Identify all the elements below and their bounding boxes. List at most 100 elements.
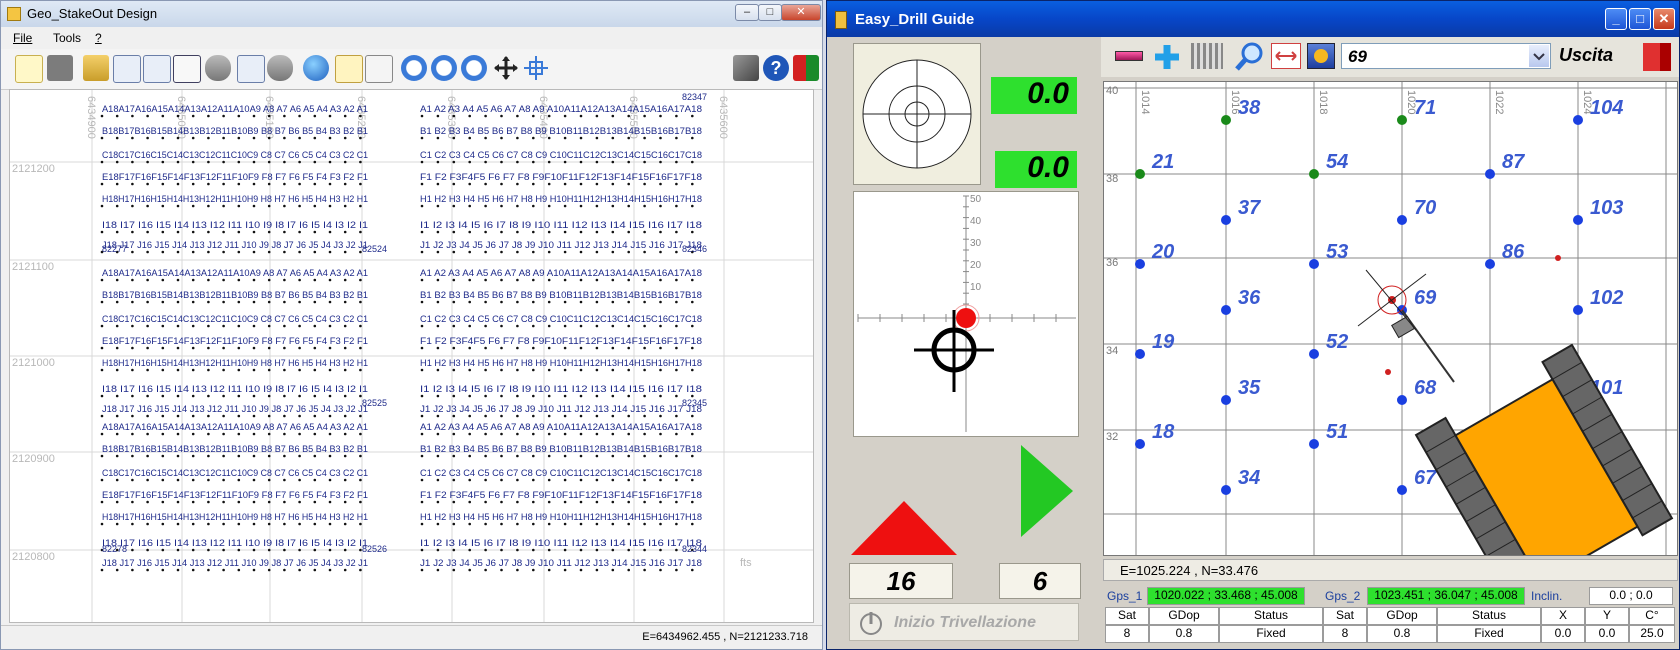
- stake-point[interactable]: [191, 324, 195, 328]
- stake-point[interactable]: [161, 432, 165, 436]
- stake-point[interactable]: [161, 394, 165, 398]
- stake-point[interactable]: [343, 414, 347, 418]
- stake-point[interactable]: [237, 454, 241, 458]
- zoom-extents-icon[interactable]: [461, 55, 487, 81]
- stake-point[interactable]: [191, 182, 195, 186]
- stake-point[interactable]: [500, 114, 503, 118]
- stake-point[interactable]: [328, 568, 332, 572]
- stake-point[interactable]: [191, 160, 195, 164]
- drill-hole[interactable]: [1573, 305, 1583, 315]
- stake-point[interactable]: [267, 568, 271, 572]
- stake-point[interactable]: [267, 136, 271, 140]
- stake-point[interactable]: [191, 454, 195, 458]
- stake-point[interactable]: [691, 114, 694, 118]
- stake-point[interactable]: [659, 300, 662, 304]
- stake-point[interactable]: [161, 278, 165, 282]
- stake-point[interactable]: [627, 432, 630, 436]
- stake-point[interactable]: [627, 394, 630, 398]
- stake-point[interactable]: [595, 136, 599, 140]
- stake-point[interactable]: [452, 114, 456, 118]
- stake-point[interactable]: [436, 394, 440, 398]
- stake-point[interactable]: [500, 568, 503, 572]
- stake-point[interactable]: [207, 230, 210, 234]
- stake-point[interactable]: [161, 204, 165, 208]
- stake-point[interactable]: [595, 346, 599, 350]
- stake-point[interactable]: [283, 414, 286, 418]
- stake-point[interactable]: [100, 136, 104, 140]
- stake-point[interactable]: [595, 324, 599, 328]
- stake-point[interactable]: [436, 204, 440, 208]
- stake-point[interactable]: [675, 368, 678, 372]
- stake-point[interactable]: [298, 114, 301, 118]
- stake-point[interactable]: [252, 478, 256, 482]
- stake-point[interactable]: [659, 454, 662, 458]
- stake-point[interactable]: [359, 454, 362, 458]
- layer-icon[interactable]: [205, 55, 231, 81]
- stake-point[interactable]: [532, 346, 535, 350]
- stake-point[interactable]: [267, 204, 271, 208]
- stake-point[interactable]: [516, 250, 519, 254]
- stake-point[interactable]: [516, 160, 519, 164]
- stake-point[interactable]: [283, 204, 286, 208]
- tools-icon[interactable]: [733, 55, 759, 81]
- stake-point[interactable]: [579, 414, 583, 418]
- stake-point[interactable]: [267, 324, 271, 328]
- stake-point[interactable]: [115, 414, 119, 418]
- stake-point[interactable]: [359, 414, 362, 418]
- stake-point[interactable]: [691, 432, 694, 436]
- stake-point[interactable]: [468, 568, 472, 572]
- stake-point[interactable]: [207, 278, 210, 282]
- stake-point[interactable]: [547, 136, 551, 140]
- stake-point[interactable]: [207, 522, 210, 526]
- stake-point[interactable]: [328, 230, 332, 234]
- stake-point[interactable]: [484, 414, 487, 418]
- stake-point[interactable]: [313, 522, 317, 526]
- stake-point[interactable]: [131, 454, 134, 458]
- start-drilling-button[interactable]: Inizio Trivellazione: [849, 603, 1079, 641]
- stake-point[interactable]: [237, 522, 241, 526]
- stake-point[interactable]: [579, 300, 583, 304]
- stake-point[interactable]: [222, 522, 225, 526]
- stake-point[interactable]: [532, 230, 535, 234]
- stake-point[interactable]: [161, 250, 165, 254]
- stake-point[interactable]: [267, 454, 271, 458]
- stake-point[interactable]: [252, 522, 256, 526]
- stake-point[interactable]: [252, 160, 256, 164]
- stake-point[interactable]: [131, 324, 134, 328]
- stake-point[interactable]: [595, 522, 599, 526]
- stake-point[interactable]: [500, 368, 503, 372]
- stake-point[interactable]: [283, 432, 286, 436]
- stake-point[interactable]: [563, 548, 567, 552]
- stake-point[interactable]: [237, 478, 241, 482]
- stake-point[interactable]: [328, 478, 332, 482]
- stake-point[interactable]: [267, 368, 271, 372]
- stake-point[interactable]: [563, 346, 567, 350]
- stake-point[interactable]: [146, 500, 149, 504]
- stake-point[interactable]: [313, 548, 317, 552]
- stake-point[interactable]: [343, 522, 347, 526]
- stake-point[interactable]: [563, 394, 567, 398]
- stake-point[interactable]: [675, 346, 678, 350]
- stake-point[interactable]: [359, 346, 362, 350]
- stake-point[interactable]: [252, 346, 256, 350]
- stake-point[interactable]: [643, 368, 646, 372]
- stake-point[interactable]: [563, 300, 567, 304]
- stake-point[interactable]: [131, 182, 134, 186]
- stake-point[interactable]: [436, 548, 440, 552]
- stake-point[interactable]: [146, 394, 149, 398]
- stake-point[interactable]: [579, 478, 583, 482]
- stake-point[interactable]: [359, 300, 362, 304]
- zoom-in-icon[interactable]: [431, 55, 457, 81]
- stake-point[interactable]: [343, 500, 347, 504]
- minimize-button[interactable]: –: [735, 4, 759, 21]
- undo-icon[interactable]: [335, 55, 363, 83]
- stake-point[interactable]: [283, 230, 286, 234]
- stake-point[interactable]: [237, 500, 241, 504]
- stake-point[interactable]: [298, 300, 301, 304]
- stake-point[interactable]: [516, 204, 519, 208]
- stake-point[interactable]: [343, 568, 347, 572]
- stake-point[interactable]: [267, 414, 271, 418]
- stake-point[interactable]: [436, 182, 440, 186]
- stake-point[interactable]: [452, 368, 456, 372]
- stake-point[interactable]: [547, 230, 551, 234]
